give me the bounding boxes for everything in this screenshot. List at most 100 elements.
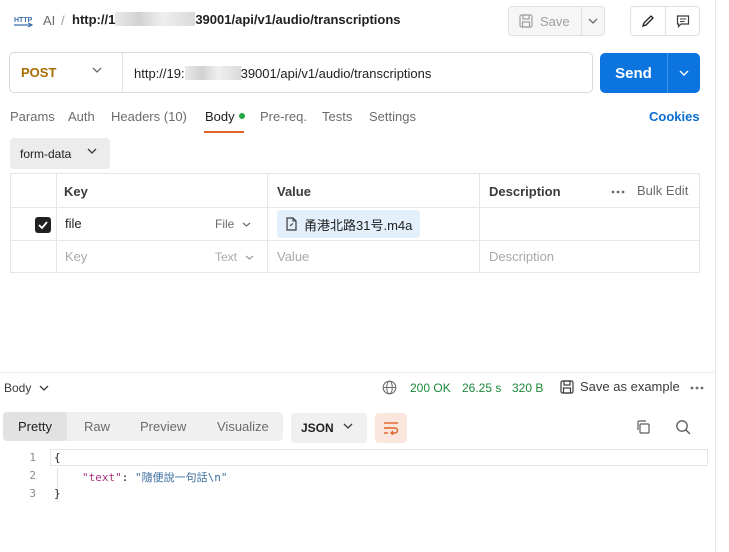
divider bbox=[479, 174, 480, 272]
url-input[interactable]: http://19: 39001/api/v1/audio/transcripti… bbox=[134, 66, 431, 81]
request-title-prefix: http://1 bbox=[72, 12, 116, 27]
send-button[interactable]: Send bbox=[600, 53, 667, 93]
param-type-select[interactable]: File bbox=[215, 217, 251, 231]
response-section-toggle[interactable]: Body bbox=[4, 381, 49, 395]
json-colon: : bbox=[121, 471, 135, 484]
divider bbox=[122, 53, 123, 92]
chevron-down-icon bbox=[92, 67, 102, 73]
save-as-example-label: Save as example bbox=[580, 379, 680, 394]
tab-visualize[interactable]: Visualize bbox=[217, 412, 269, 441]
body-mode-select[interactable]: form-data bbox=[10, 138, 110, 169]
window-edge bbox=[715, 0, 716, 552]
comment-icon bbox=[676, 15, 689, 28]
http-request-icon: HTTP bbox=[14, 17, 33, 28]
wrap-lines-button[interactable] bbox=[375, 413, 407, 443]
file-chip[interactable]: 甬港北路31号.m4a bbox=[277, 210, 421, 238]
divider bbox=[11, 207, 699, 208]
active-tab-underline bbox=[204, 131, 244, 133]
cookies-link[interactable]: Cookies bbox=[649, 109, 700, 124]
url-prefix: http://19: bbox=[134, 66, 185, 81]
body-mode-label: form-data bbox=[20, 146, 72, 161]
response-format-label: JSON bbox=[301, 421, 334, 435]
save-icon bbox=[519, 14, 533, 28]
divider bbox=[56, 174, 57, 272]
tab-params[interactable]: Params bbox=[10, 109, 55, 124]
file-name: 甬港北路31号.m4a bbox=[304, 217, 413, 233]
tab-tests[interactable]: Tests bbox=[322, 109, 352, 124]
tab-headers-count: (10) bbox=[163, 109, 187, 124]
json-string-value: "隨便說一句話\n" bbox=[135, 471, 228, 484]
tab-headers[interactable]: Headers (10) bbox=[111, 109, 187, 124]
code-line: } bbox=[54, 487, 61, 500]
redacted-host bbox=[184, 66, 241, 80]
divider bbox=[267, 174, 268, 272]
save-button-group: Save bbox=[508, 6, 605, 36]
new-description-input[interactable]: Description bbox=[489, 249, 554, 264]
send-button-group: Send bbox=[600, 53, 700, 93]
tab-pre-request[interactable]: Pre-req. bbox=[260, 109, 307, 124]
request-title-suffix: 39001/api/v1/audio/transcriptions bbox=[195, 12, 401, 27]
search-icon[interactable] bbox=[675, 419, 691, 435]
comments-button[interactable] bbox=[665, 7, 699, 35]
wrap-lines-icon bbox=[384, 422, 399, 435]
tab-headers-label: Headers bbox=[111, 109, 161, 124]
param-key[interactable]: file bbox=[65, 216, 82, 231]
column-header-key: Key bbox=[64, 184, 88, 199]
tab-settings[interactable]: Settings bbox=[369, 109, 416, 124]
chevron-down-icon bbox=[87, 148, 97, 154]
request-header: HTTP AI / http://1 39001/api/v1/audio/tra… bbox=[0, 0, 715, 42]
response-body-editor[interactable]: 1 2 3 { "text": "隨便說一句話\n" } bbox=[0, 448, 715, 552]
response-status[interactable]: 200 OK bbox=[410, 381, 451, 395]
save-options-button[interactable] bbox=[581, 7, 604, 35]
response-divider bbox=[0, 372, 715, 373]
tab-body[interactable]: Body bbox=[205, 109, 245, 124]
response-section-label: Body bbox=[4, 381, 32, 395]
chevron-down-icon bbox=[245, 255, 254, 260]
form-data-table: Key Value Description Bulk Edit file Fil… bbox=[10, 173, 700, 273]
new-key-input[interactable]: Key bbox=[65, 249, 87, 264]
tab-pretty[interactable]: Pretty bbox=[3, 412, 67, 441]
breadcrumb-collection[interactable]: AI bbox=[43, 13, 55, 28]
body-indicator-dot bbox=[238, 113, 245, 119]
more-options-icon[interactable] bbox=[690, 386, 704, 390]
checkmark-icon bbox=[38, 221, 48, 229]
bulk-edit-button[interactable]: Bulk Edit bbox=[637, 183, 688, 198]
method-select[interactable]: POST bbox=[10, 53, 122, 92]
response-view-tabs: Pretty Raw Preview Visualize bbox=[3, 412, 283, 441]
chevron-down-icon bbox=[242, 222, 251, 227]
code-line: "text": "隨便說一句話\n" bbox=[82, 469, 228, 485]
file-icon bbox=[286, 217, 297, 231]
tab-auth[interactable]: Auth bbox=[68, 109, 95, 124]
response-time[interactable]: 26.25 s bbox=[462, 381, 501, 395]
redacted-host bbox=[115, 12, 196, 26]
json-key: "text" bbox=[82, 471, 122, 484]
save-as-example-button[interactable]: Save as example bbox=[560, 379, 680, 394]
pencil-icon bbox=[641, 15, 654, 28]
tab-preview[interactable]: Preview bbox=[140, 412, 186, 441]
tab-raw[interactable]: Raw bbox=[84, 412, 110, 441]
new-type-select[interactable]: Text bbox=[215, 250, 254, 264]
response-size[interactable]: 320 B bbox=[512, 381, 543, 395]
send-options-button[interactable] bbox=[667, 53, 700, 93]
line-number: 1 bbox=[29, 451, 36, 464]
more-options-icon[interactable] bbox=[611, 190, 625, 194]
active-line-highlight bbox=[50, 449, 708, 466]
code-line: { bbox=[54, 451, 61, 464]
divider bbox=[11, 240, 699, 241]
globe-icon[interactable] bbox=[382, 380, 397, 395]
tab-body-label: Body bbox=[205, 109, 235, 124]
new-value-input[interactable]: Value bbox=[277, 249, 309, 264]
response-format-select[interactable]: JSON bbox=[291, 413, 367, 443]
edit-button[interactable] bbox=[631, 7, 665, 35]
row-enabled-checkbox[interactable] bbox=[35, 217, 51, 233]
column-header-value: Value bbox=[277, 184, 311, 199]
request-title[interactable]: http://1 39001/api/v1/audio/transcription… bbox=[72, 12, 401, 27]
method-label: POST bbox=[21, 65, 57, 80]
save-icon bbox=[560, 379, 574, 394]
new-type-label: Text bbox=[215, 250, 238, 264]
save-label: Save bbox=[540, 13, 570, 29]
save-button[interactable]: Save bbox=[509, 7, 581, 35]
line-number: 3 bbox=[29, 487, 36, 500]
chevron-down-icon bbox=[588, 18, 598, 24]
copy-icon[interactable] bbox=[635, 419, 651, 435]
